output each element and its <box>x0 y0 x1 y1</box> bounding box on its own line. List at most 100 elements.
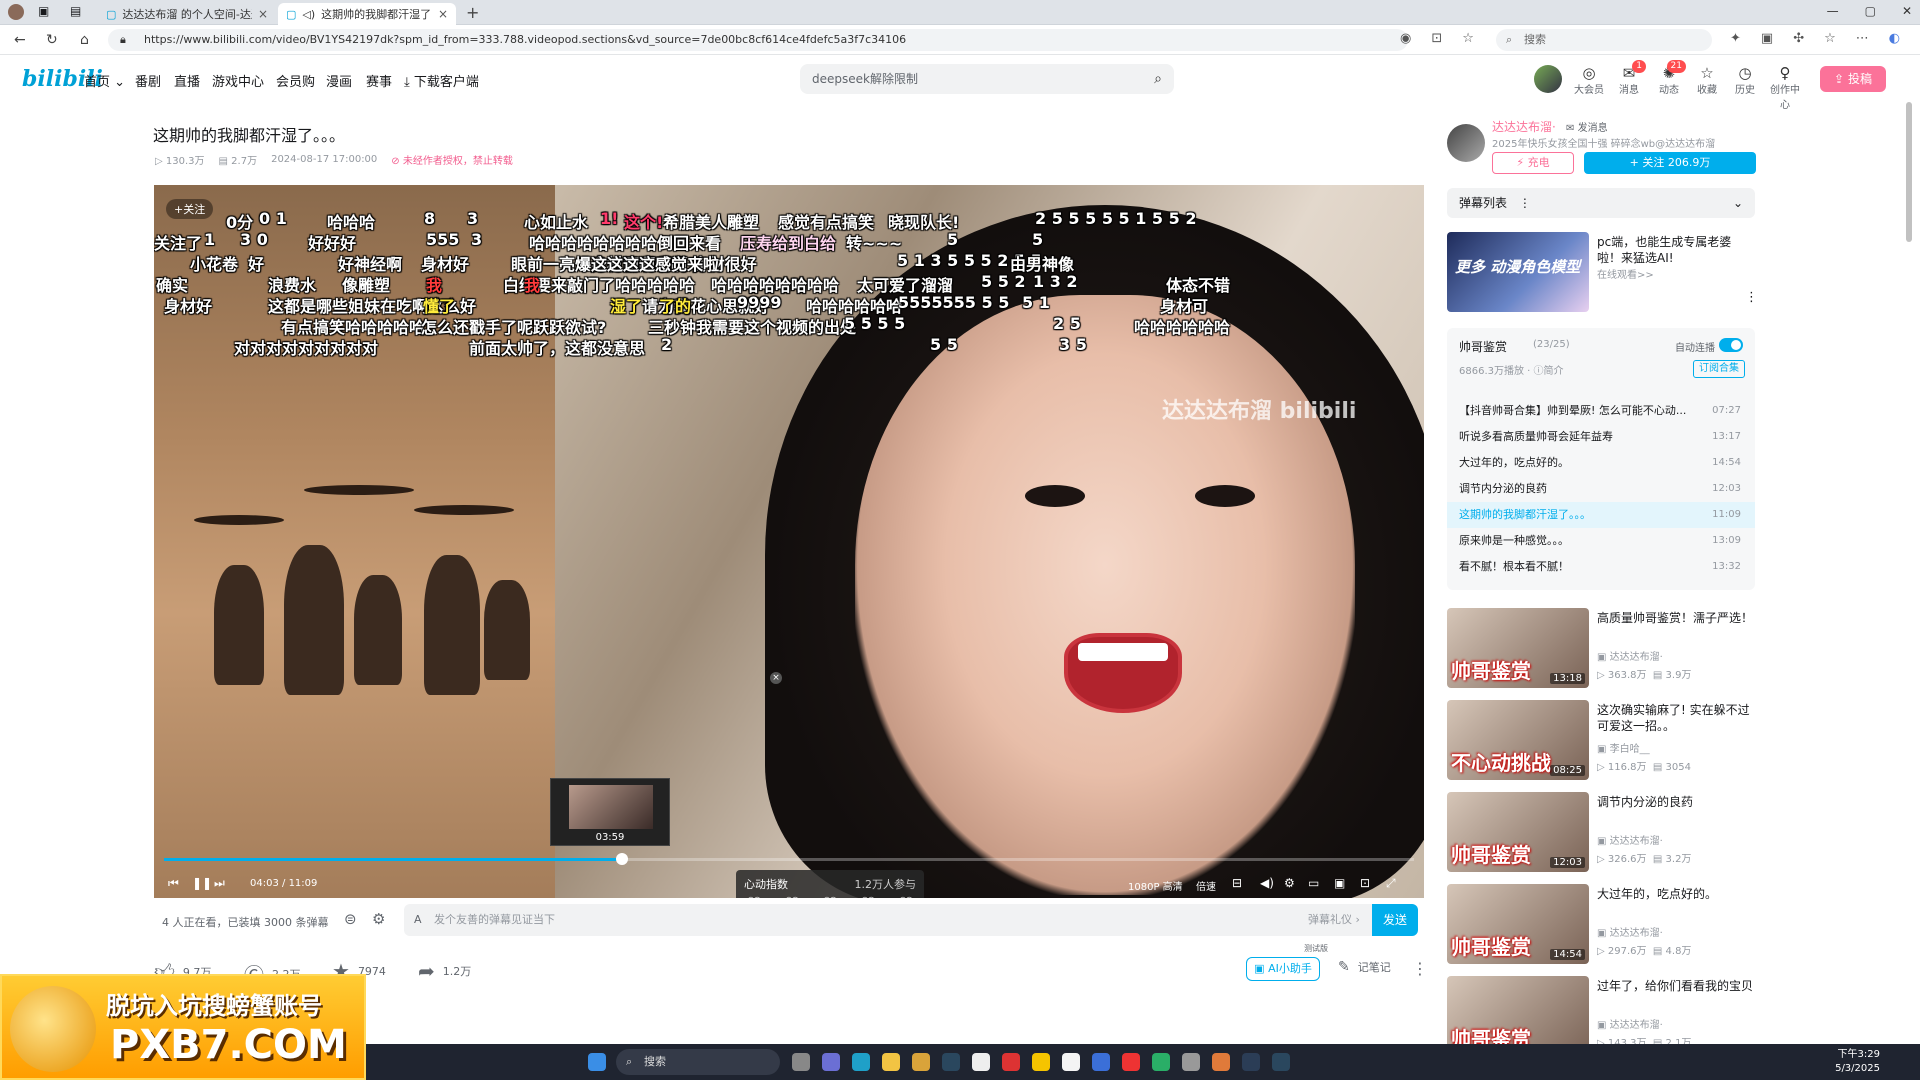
recommend-title[interactable]: 这次确实输麻了! 实在躲不过可爱这一招。。 <box>1597 702 1755 734</box>
danmaku-input[interactable]: A 发个友善的弹幕见证当下 <box>404 904 1414 936</box>
recommend-title[interactable]: 高质量帅哥鉴赏！濡子严选！ <box>1597 610 1755 626</box>
danmaku-etiquette-link[interactable]: 弹幕礼仪 › <box>1308 904 1360 936</box>
uploader-avatar[interactable] <box>1447 124 1485 162</box>
web-fullscreen-icon[interactable]: ⊡ <box>1360 876 1370 890</box>
playlist-item[interactable]: 原来帅是一种感觉。。。 13:09 <box>1447 528 1755 554</box>
tab-actions-icon[interactable]: ▤ <box>70 4 81 18</box>
wps-icon[interactable] <box>1122 1053 1140 1071</box>
taskbar-clock[interactable]: 下午3:29 5/3/2025 <box>1835 1048 1880 1076</box>
avatar[interactable] <box>1534 65 1562 93</box>
nav-live[interactable]: 直播 <box>174 71 200 90</box>
app-icon[interactable] <box>912 1053 930 1071</box>
playlist-item[interactable]: 【抖音帅哥合集】帅到晕厥! 怎么可能不心动... 07:27 <box>1447 398 1755 424</box>
danmaku-list-toggle[interactable]: 弹幕列表 ⋮ ⌄ <box>1447 188 1755 218</box>
close-icon[interactable]: × <box>438 7 448 21</box>
follow-button[interactable]: + 关注 206.9万 <box>1584 152 1756 174</box>
star-icon[interactable]: ☆ <box>1462 31 1474 46</box>
chat-icon[interactable] <box>822 1053 840 1071</box>
recommend-thumbnail[interactable]: 不心动挑战 08:25 <box>1447 700 1589 780</box>
header-vip[interactable]: ◎ 大会员 <box>1572 64 1606 96</box>
wallet-icon[interactable]: ▣ <box>1761 31 1773 46</box>
video-player[interactable]: 达达达布溜 bilibili +关注 0分 0 1 哈哈哈 8 3 心如止水 1! 这个! 希腊… <box>154 185 1424 898</box>
translate-icon[interactable]: ◉ <box>1400 31 1411 46</box>
tab-current-video[interactable]: ▢ ◁) 这期帅的我脚都汗湿了。。。 × <box>278 3 456 25</box>
close-window-icon[interactable]: ✕ <box>1902 4 1912 18</box>
next-icon[interactable]: ⏭︎ <box>214 876 225 891</box>
ad-thumbnail[interactable]: 更多 动漫角色模型 <box>1447 232 1589 312</box>
steam-icon[interactable] <box>1272 1053 1290 1071</box>
pause-icon[interactable]: ❚❚ <box>192 876 212 890</box>
task-view-icon[interactable] <box>792 1053 810 1071</box>
menu-dots-icon[interactable]: ⋯ <box>1856 31 1869 46</box>
favorites-icon[interactable]: ☆ <box>1824 31 1836 46</box>
workspaces-icon[interactable]: ▣ <box>38 4 49 18</box>
recommend-card[interactable]: 帅哥鉴赏 13:18 高质量帅哥鉴赏！濡子严选！ ▣ 达达达布溜· ▷ 363.8万 ▤… <box>1447 608 1755 688</box>
more-icon[interactable]: ⋮ <box>1412 959 1428 978</box>
recommend-thumbnail[interactable]: 帅哥鉴赏 13:18 <box>1447 608 1589 688</box>
volume-icon[interactable]: ◀) <box>1260 876 1274 890</box>
recommend-author[interactable]: ▣ 达达达布溜· <box>1597 648 1663 663</box>
ad-subtitle[interactable]: 在线观看>> <box>1597 266 1654 281</box>
header-creator[interactable]: ♀ 创作中心 <box>1768 64 1802 111</box>
app-icon[interactable] <box>1062 1053 1080 1071</box>
charge-button[interactable]: ⚡ 充电 <box>1492 152 1574 174</box>
nav-anime[interactable]: 番剧 <box>135 71 161 90</box>
send-button[interactable]: 发送 <box>1372 904 1418 936</box>
recommend-thumbnail[interactable]: 帅哥鉴赏 12:03 <box>1447 792 1589 872</box>
fullscreen-icon[interactable]: ⤢ <box>1386 876 1396 891</box>
widescreen-icon[interactable]: ▣ <box>1334 876 1345 890</box>
playlist-item[interactable]: 看不腻！根本看不腻！ 13:32 <box>1447 554 1755 580</box>
netease-music-icon[interactable] <box>1002 1053 1020 1071</box>
app-icon[interactable] <box>1092 1053 1110 1071</box>
reload-icon[interactable]: ↻ <box>46 32 58 48</box>
site-search-input[interactable]: deepseek解除限制 ⌕ <box>800 64 1174 94</box>
uploader-name[interactable]: 达达达布溜· <box>1492 118 1556 135</box>
nav-mall[interactable]: 会员购 <box>276 71 315 90</box>
edge-icon[interactable] <box>852 1053 870 1071</box>
search-icon[interactable]: ⌕ <box>1154 64 1162 94</box>
nav-manga[interactable]: 漫画 <box>326 71 352 90</box>
back-icon[interactable]: ← <box>14 32 26 48</box>
subscribe-playlist-button[interactable]: 订阅合集 <box>1693 360 1745 378</box>
progress-handle[interactable] <box>615 853 628 865</box>
upload-button[interactable]: ⇪ 投稿 <box>1820 66 1886 92</box>
windows-start-icon[interactable] <box>588 1053 606 1071</box>
recommend-author[interactable]: ▣ 达达达布溜· <box>1597 924 1663 939</box>
maximize-icon[interactable]: ▢ <box>1865 4 1876 18</box>
page-scrollbar[interactable] <box>1906 102 1912 242</box>
header-message[interactable]: ✉ 消息 1 <box>1612 60 1646 96</box>
share-button[interactable]: ➦ 1.2万 <box>418 959 471 983</box>
extension-icon[interactable]: ⊡ <box>1431 31 1442 46</box>
recommend-card[interactable]: 帅哥鉴赏 12:03 调节内分泌的良药 ▣ 达达达布溜· ▷ 326.6万 ▤ 3.2万 <box>1447 792 1755 872</box>
app-icon[interactable] <box>1032 1053 1050 1071</box>
speed-selector[interactable]: 倍速 <box>1196 878 1216 893</box>
recommend-title[interactable]: 大过年的，吃点好的。 <box>1597 886 1755 902</box>
ai-assistant-button[interactable]: ▣ AI小助手 <box>1246 957 1320 981</box>
more-icon[interactable]: ⋮ <box>1519 196 1531 210</box>
nav-home[interactable]: 首页 ⌄ <box>84 71 125 90</box>
floating-ad[interactable]: 脱坑入坑搜螃蟹账号 PXB7.COM <box>0 974 366 1080</box>
profile-icon[interactable] <box>8 4 24 20</box>
danmaku-settings-icon[interactable]: ⚙ <box>372 910 385 928</box>
app-icon[interactable] <box>1242 1053 1260 1071</box>
close-icon[interactable]: × <box>258 7 268 21</box>
settings-icon[interactable]: ⚙ <box>1284 876 1295 890</box>
recommend-title[interactable]: 调节内分泌的良药 <box>1597 794 1755 810</box>
app-icon[interactable] <box>1182 1053 1200 1071</box>
header-favorite[interactable]: ☆ 收藏 <box>1690 64 1724 96</box>
ad-card[interactable]: 更多 动漫角色模型 pc端，也能生成专属老婆啦！来猛选AI! 在线观看>> ⋮ <box>1447 232 1758 312</box>
minimize-icon[interactable]: — <box>1827 4 1839 18</box>
playlist-item[interactable]: 这期帅的我脚都汗湿了。。。 11:09 <box>1447 502 1755 528</box>
tab-uploader-space[interactable]: ▢ 达达达布溜 的个人空间-达达达布... × <box>98 3 276 25</box>
progress-bar[interactable] <box>164 853 1414 865</box>
subtitle-icon[interactable]: ⊟ <box>1232 876 1242 890</box>
autoplay-toggle[interactable] <box>1719 338 1743 352</box>
edge-copilot-icon[interactable]: ◐ <box>1889 31 1900 46</box>
danmaku-toggle-icon[interactable]: ⊜ <box>344 910 357 928</box>
recommend-author[interactable]: ▣ 达达达布溜· <box>1597 1016 1663 1031</box>
copilot-icon[interactable]: ✦ <box>1730 31 1741 46</box>
text-style-icon[interactable]: A <box>414 904 422 936</box>
recommend-card[interactable]: 帅哥鉴赏 14:54 大过年的，吃点好的。 ▣ 达达达布溜· ▷ 297.6万 ▤ 4.… <box>1447 884 1755 964</box>
playlist-title[interactable]: 帅哥鉴赏 <box>1459 338 1507 355</box>
taskbar-search[interactable]: ⌕ 搜索 <box>616 1049 780 1075</box>
